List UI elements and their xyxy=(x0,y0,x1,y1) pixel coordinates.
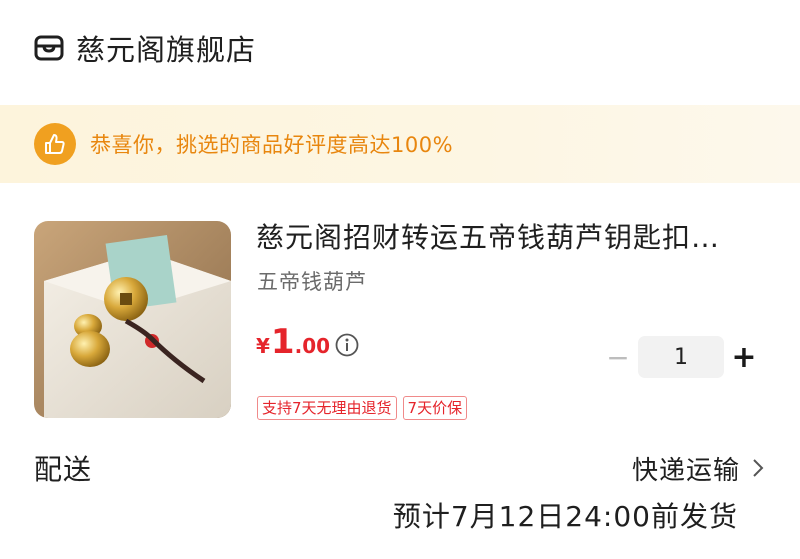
store-name[interactable]: 慈元阁旗舰店 xyxy=(76,27,256,69)
product-price: ¥ 1 .00 xyxy=(256,322,330,362)
product-image[interactable] xyxy=(34,221,231,418)
price-currency: ¥ xyxy=(256,334,270,358)
price-integer: 1 xyxy=(270,322,295,362)
chevron-right-icon[interactable] xyxy=(752,458,764,478)
store-icon xyxy=(34,33,64,63)
product-title[interactable]: 慈元阁招财转运五帝钱葫芦钥匙扣… xyxy=(256,216,776,260)
quantity-stepper: − 1 + xyxy=(604,336,764,378)
info-icon[interactable] xyxy=(334,332,360,358)
service-tag: 7天价保 xyxy=(402,396,468,420)
delivery-eta: 预计7月12日24:00前发货 xyxy=(392,500,738,533)
quantity-field[interactable]: 1 xyxy=(638,336,724,378)
order-card: 慈元阁旗舰店 恭喜你，挑选的商品好评度高达100% 慈元阁招财转运五帝钱葫芦钥匙… xyxy=(0,0,800,559)
delivery-label: 配送 xyxy=(34,453,93,486)
delivery-method[interactable]: 快递运输 xyxy=(632,450,740,487)
decrease-button[interactable]: − xyxy=(604,337,632,377)
increase-button[interactable]: + xyxy=(724,337,764,377)
banner-text: 恭喜你，挑选的商品好评度高达100% xyxy=(90,133,454,157)
store-header[interactable]: 慈元阁旗舰店 xyxy=(34,28,256,68)
thumbs-up-icon xyxy=(34,123,76,165)
praise-banner: 恭喜你，挑选的商品好评度高达100% xyxy=(0,105,800,183)
product-sku[interactable]: 五帝钱葫芦 xyxy=(257,266,367,296)
service-tags: 支持7天无理由退货 7天价保 xyxy=(257,396,468,420)
price-decimal: .00 xyxy=(294,334,331,358)
service-tag: 支持7天无理由退货 xyxy=(257,396,397,420)
